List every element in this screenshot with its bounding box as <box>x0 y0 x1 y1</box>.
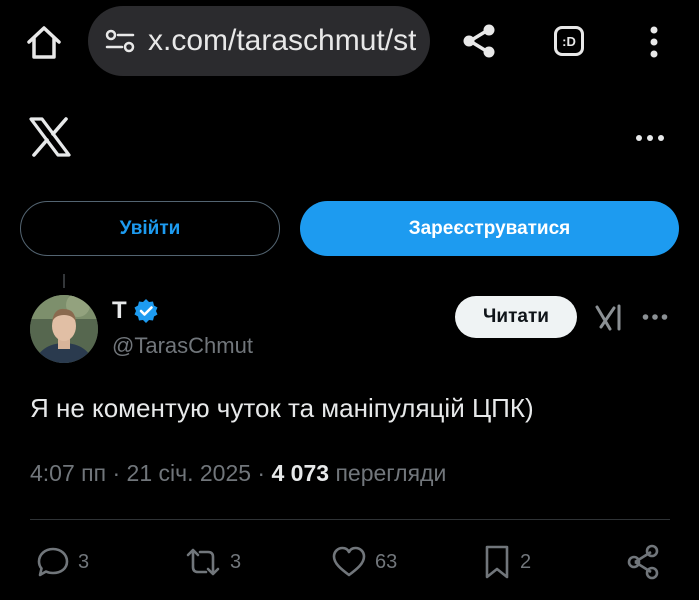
repost-count: 3 <box>230 550 242 573</box>
like-button[interactable]: 63 <box>331 543 397 581</box>
reply-button[interactable]: 3 <box>36 543 89 581</box>
reply-count: 3 <box>78 550 90 573</box>
tweet-time[interactable]: 4:07 пп <box>30 460 106 486</box>
desktop-site-button[interactable]: :D <box>548 20 590 62</box>
signup-button[interactable]: Зареєструватися <box>300 201 679 256</box>
desktop-site-icon: :D <box>554 26 584 56</box>
url-text[interactable]: x.com/taraschmut/st <box>148 24 416 58</box>
views-label: перегляди <box>335 460 447 486</box>
repost-button[interactable]: 3 <box>184 543 241 581</box>
share-icon <box>463 24 495 58</box>
repost-icon <box>186 548 220 576</box>
browser-toolbar: x.com/taraschmut/st :D <box>0 0 699 84</box>
more-horizontal-icon <box>636 135 664 141</box>
more-vertical-icon <box>650 26 658 58</box>
tweet-text: Я не коментую чуток та маніпуляцій ЦПК) <box>30 393 534 423</box>
tweet-more-button[interactable] <box>638 300 672 334</box>
avatar-image <box>30 295 98 363</box>
address-bar[interactable]: x.com/taraschmut/st <box>88 6 430 76</box>
site-settings-icon <box>105 29 135 53</box>
browser-menu-button[interactable] <box>638 20 670 64</box>
home-button[interactable] <box>22 20 66 64</box>
verified-badge-icon[interactable] <box>133 298 159 324</box>
share-icon <box>627 544 659 580</box>
share-button[interactable] <box>456 18 502 64</box>
display-name[interactable]: T <box>112 297 159 325</box>
bookmark-button[interactable]: 2 <box>482 543 531 581</box>
follow-button[interactable]: Читати <box>455 296 577 338</box>
header-more-button[interactable] <box>630 120 670 156</box>
site-settings-button[interactable] <box>102 23 138 59</box>
user-handle[interactable]: @TarasChmut <box>112 333 253 359</box>
grok-button[interactable] <box>592 300 626 334</box>
like-count: 63 <box>375 550 398 573</box>
login-button[interactable]: Увійти <box>20 201 280 256</box>
more-horizontal-icon <box>642 314 668 320</box>
tweet-meta: 4:07 пп · 21 січ. 2025 · 4 073 перегляди <box>30 460 446 487</box>
display-name-text: T <box>112 297 127 324</box>
x-logo[interactable] <box>28 115 72 159</box>
home-icon <box>27 26 61 59</box>
reply-icon <box>37 547 69 577</box>
tweet-date[interactable]: 21 січ. 2025 <box>127 460 252 486</box>
divider <box>30 519 670 520</box>
heart-icon <box>332 546 366 577</box>
grok-icon <box>595 304 621 331</box>
avatar[interactable] <box>30 295 98 363</box>
x-logo-icon <box>29 117 71 157</box>
meta-separator: · <box>106 460 127 486</box>
thread-line <box>63 274 65 288</box>
share-tweet-button[interactable] <box>626 543 660 581</box>
views-count[interactable]: 4 073 <box>272 460 330 486</box>
bookmark-icon <box>485 545 509 579</box>
meta-separator: · <box>251 460 272 486</box>
bookmark-count: 2 <box>520 550 532 573</box>
